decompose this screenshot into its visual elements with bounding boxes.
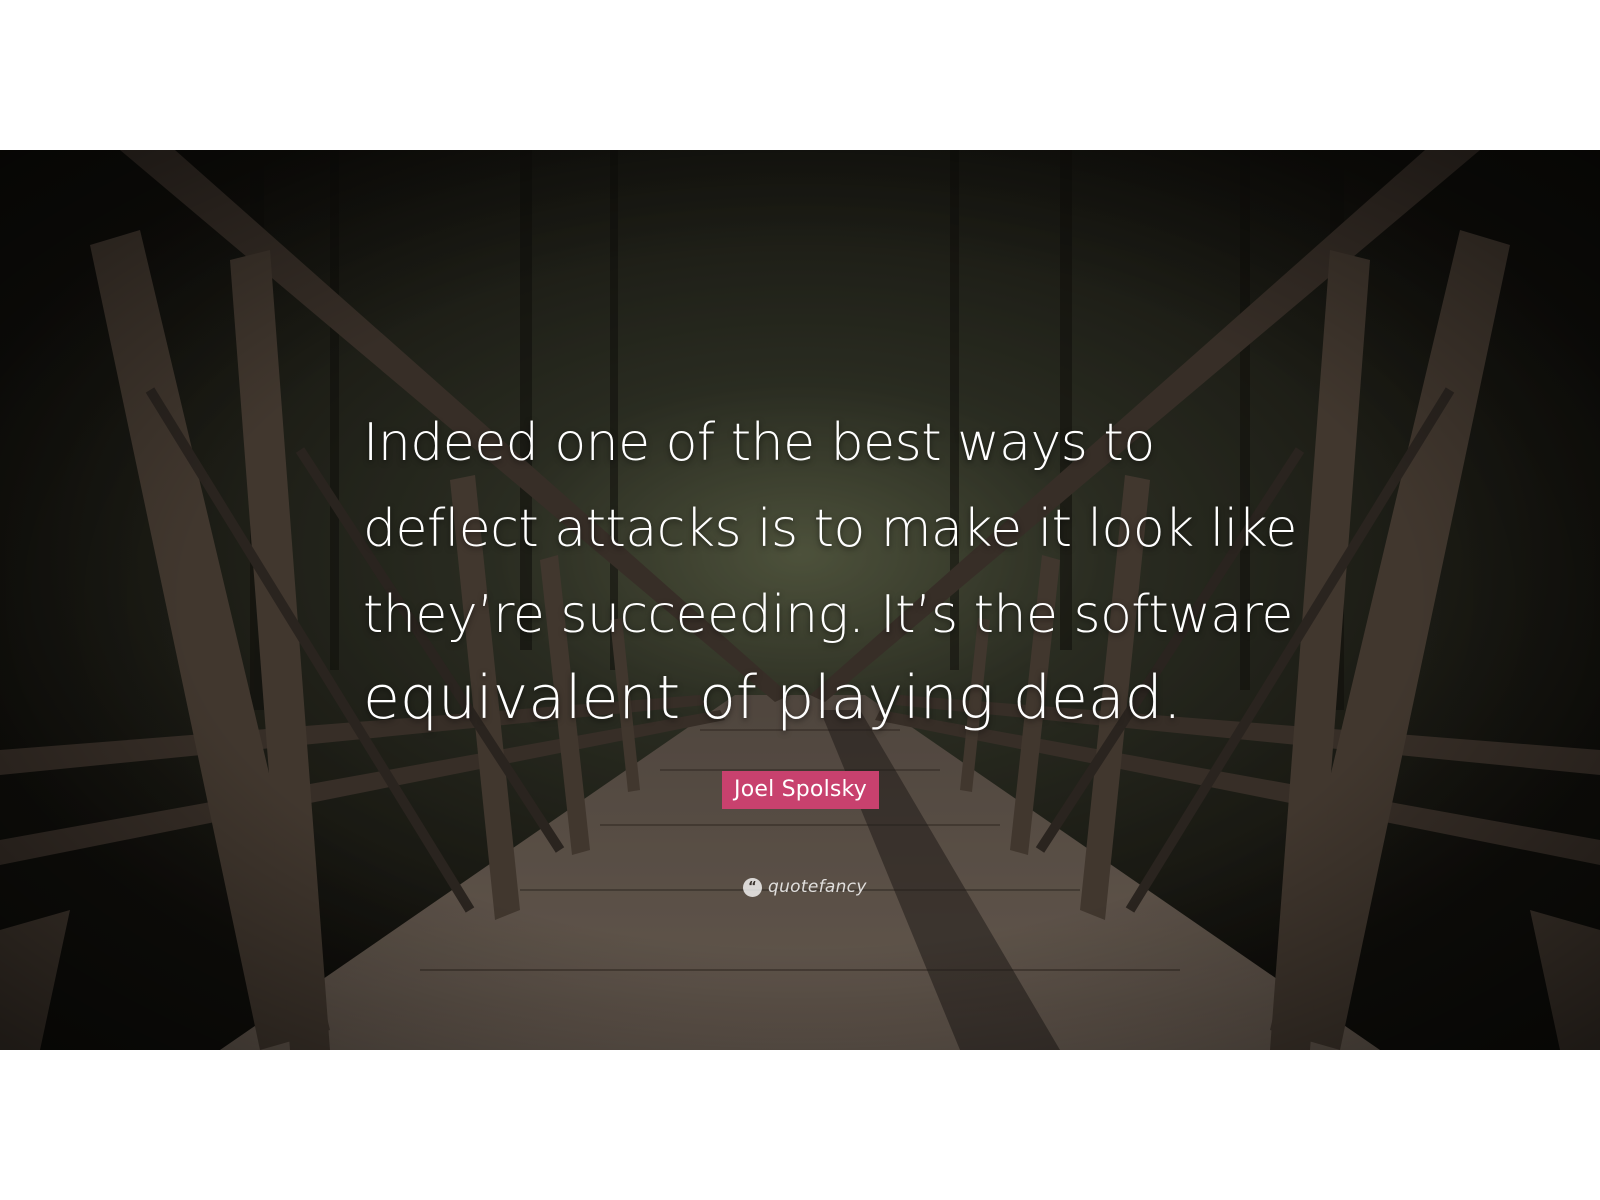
author-badge[interactable]: Joel Spolsky — [722, 771, 879, 809]
brand-name: quotefancy — [768, 877, 867, 897]
quote-line: they’re succeeding. It’s the software — [363, 585, 1293, 645]
quote-line: Indeed one of the best ways to — [363, 413, 1155, 473]
quotefancy-watermark: “ quotefancy — [743, 875, 867, 899]
quote-marks-icon: “ — [743, 877, 762, 897]
quote-line: deflect attacks is to make it look like — [363, 499, 1297, 559]
page: Indeed one of the best ways to deflect a… — [0, 0, 1600, 1200]
quote-banner: Indeed one of the best ways to deflect a… — [0, 150, 1600, 1050]
quote-text: Indeed one of the best ways to deflect a… — [363, 400, 1297, 738]
quote-line: equivalent of playing dead. — [363, 663, 1182, 733]
